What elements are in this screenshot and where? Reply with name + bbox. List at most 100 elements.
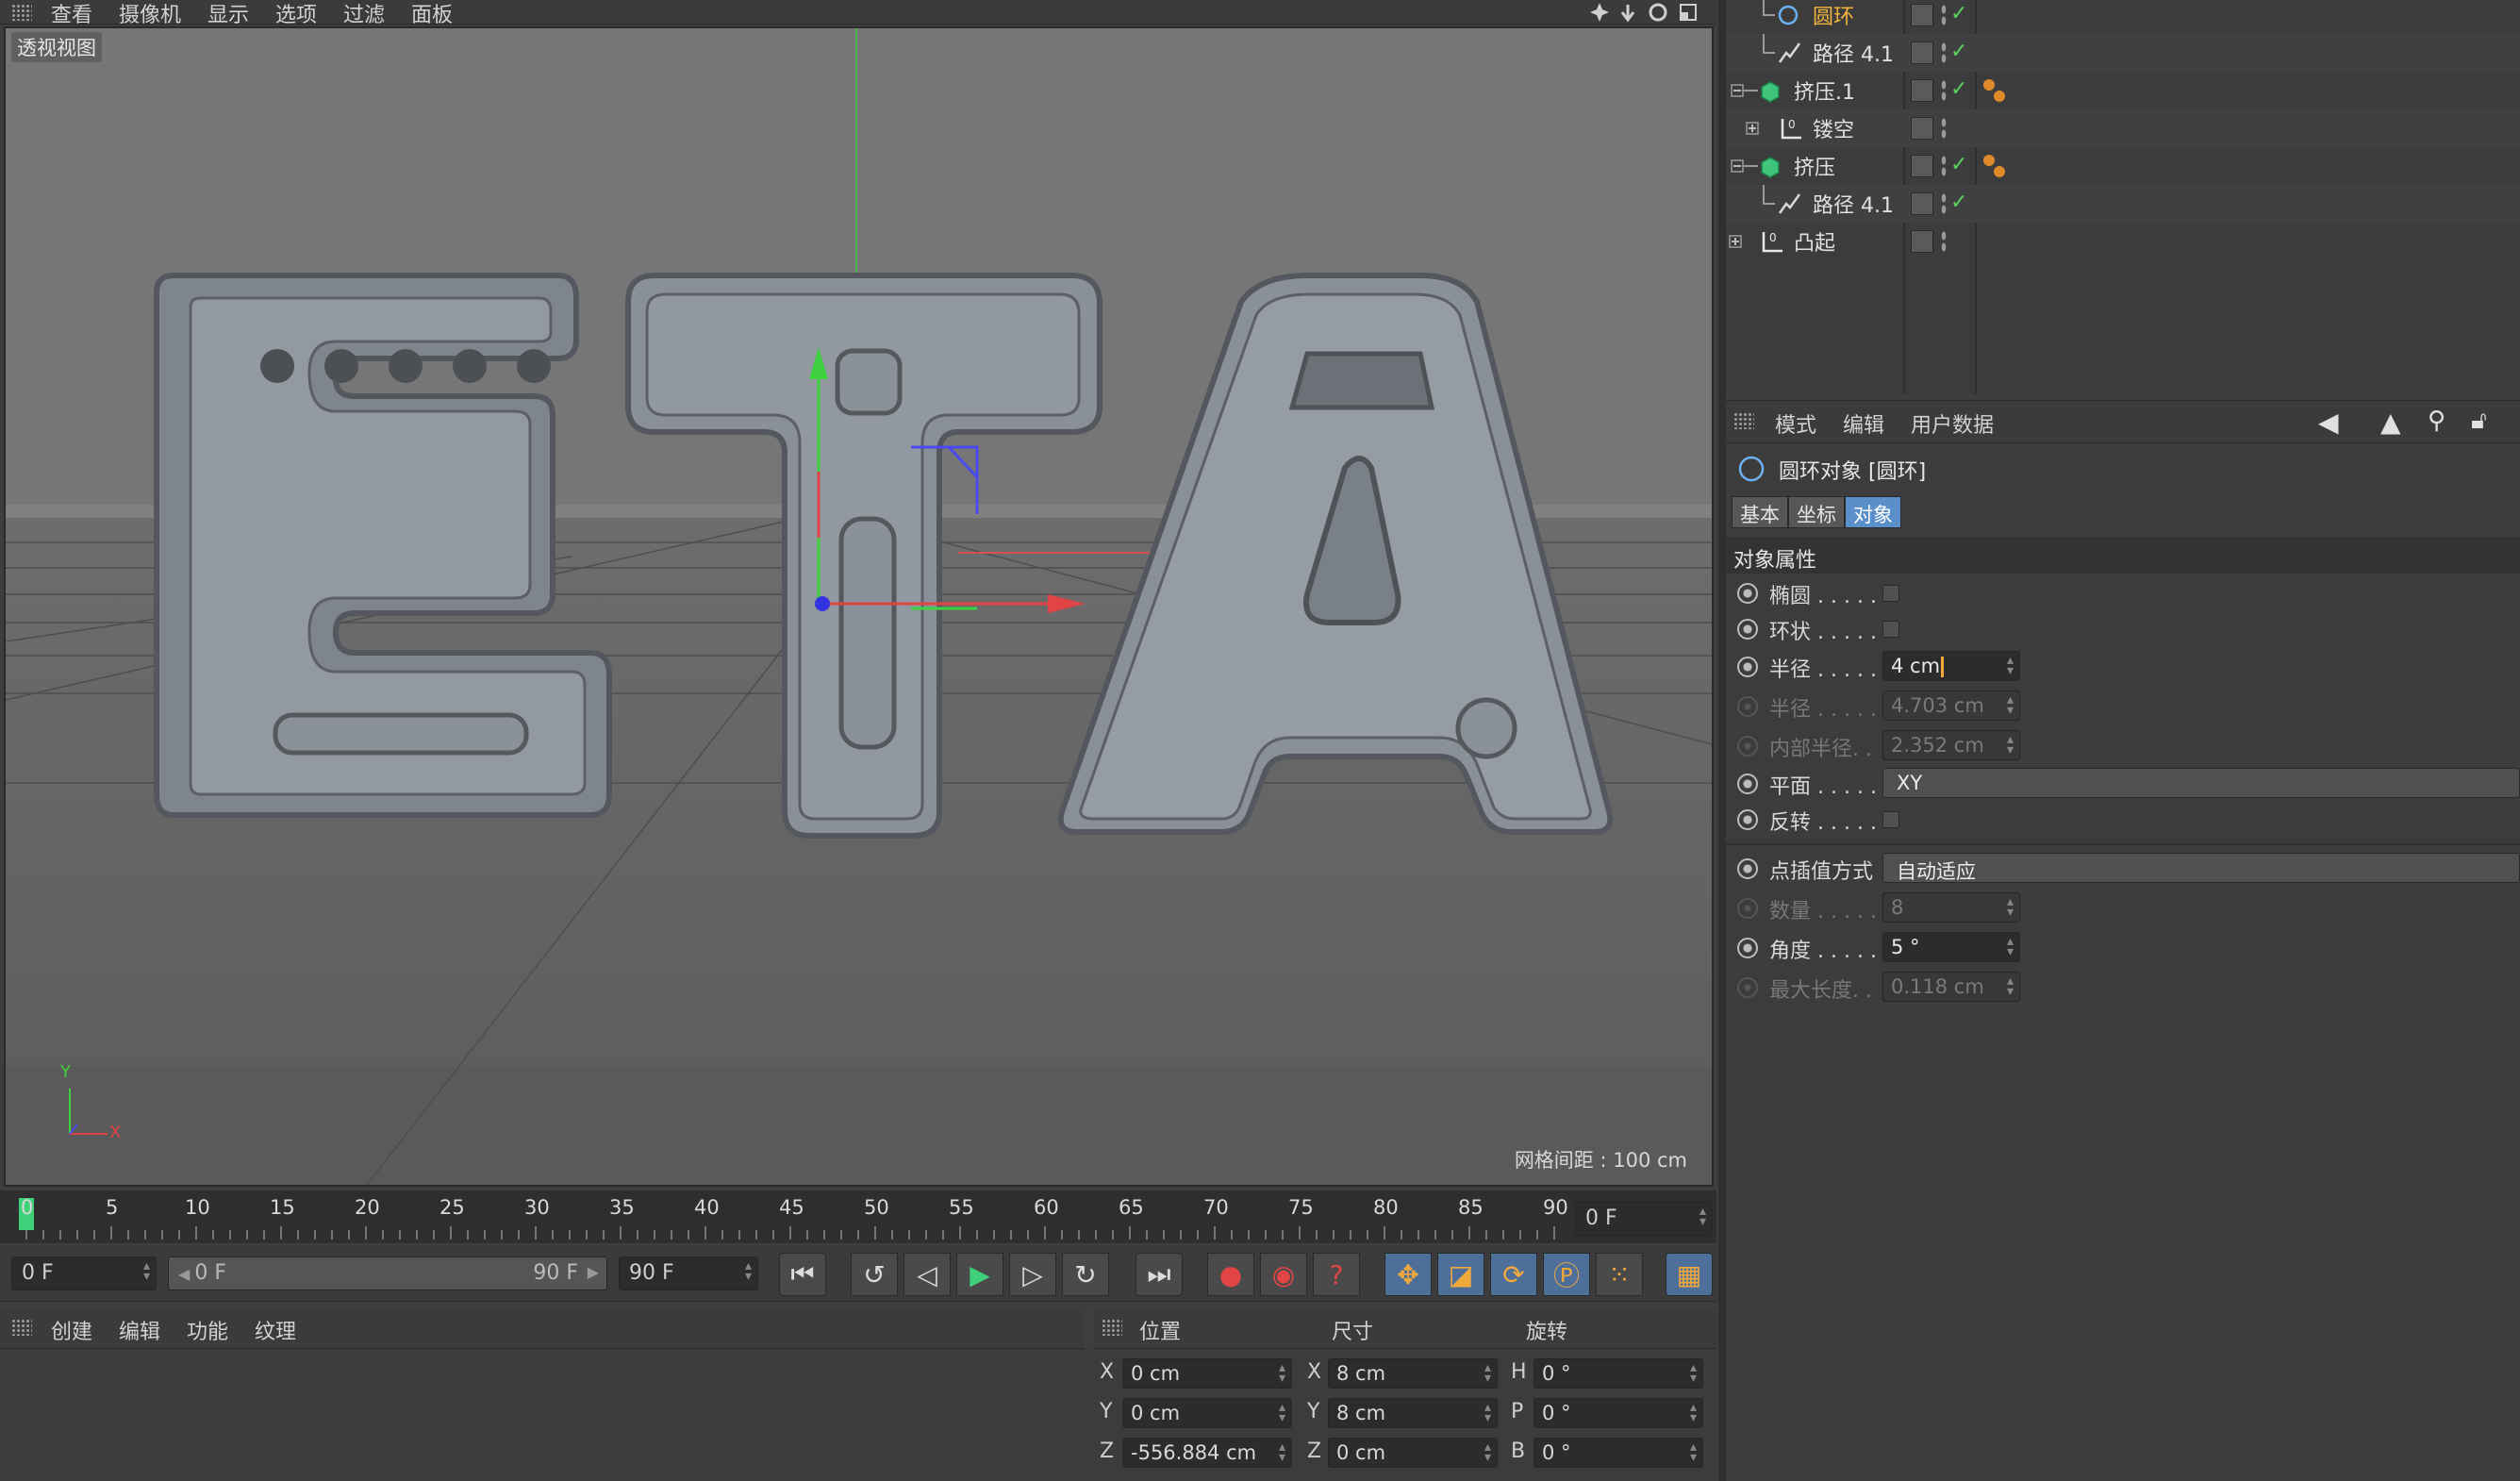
attr-ellipse[interactable]: 椭圆 . . . . . [1726,575,2520,611]
tab-coord[interactable]: 坐标 [1788,496,1845,528]
start-frame-field[interactable]: 0 F ▴ ▾ [11,1256,157,1290]
enabled-check-icon[interactable]: ✓ [1950,40,1967,63]
menu-edit[interactable]: 编辑 [1843,408,1884,439]
lock-icon[interactable]: 🔓︎ [2471,407,2487,436]
cursor-arrow-icon[interactable]: ▲ [2380,407,2401,438]
menu-options[interactable]: 选项 [275,0,317,28]
layer-tag-icon[interactable] [1911,155,1933,177]
menu-camera[interactable]: 摄像机 [119,0,181,28]
visibility-dots-icon[interactable] [1941,79,1947,102]
size-z-field[interactable]: 0 cm ▴ ▾ [1328,1438,1498,1468]
interpolation-dropdown[interactable]: 自动适应 [1882,853,2520,883]
animate-radio-icon[interactable] [1737,619,1758,640]
object-row-torus[interactable]: 圆环 ✓ [1726,0,2520,34]
panel-grip-icon[interactable] [11,1319,32,1336]
tab-object[interactable]: 对象 [1845,496,1901,528]
object-row-path-2[interactable]: 路径 4.1 ✓ [1726,185,2520,223]
record-key-button[interactable]: ● [1207,1253,1254,1296]
viewport-nav-icons[interactable] [1588,1,1711,24]
position-x-field[interactable]: 0 cm ▴ ▾ [1122,1358,1292,1389]
menu-panel[interactable]: 面板 [411,0,453,28]
play-button[interactable]: ▶ [956,1253,1003,1296]
attr-interpolation[interactable]: 点插值方式 自动适应 [1726,851,2520,887]
enabled-check-icon[interactable]: ✓ [1950,191,1967,214]
size-y-field[interactable]: 8 cm ▴ ▾ [1328,1398,1498,1428]
go-to-start-button[interactable]: ⏮ [779,1253,826,1296]
object-row-hollow[interactable]: 0 镂空 [1726,109,2520,147]
perspective-viewport[interactable]: Y X 透视视图 网格间距 : 100 cm [4,26,1714,1187]
end-frame-field[interactable]: 90 F ▴ ▾ [619,1256,758,1290]
expand-plus-icon[interactable] [1726,223,1764,260]
angle-input[interactable]: 5 ° ▴ ▾ [1882,932,2020,962]
timeline-ruler[interactable]: 0 5 10 15 20 25 30 35 40 45 50 55 60 65 70 75 80 85 90 0 F… [0,1190,1716,1243]
layer-tag-icon[interactable] [1911,79,1933,102]
ellipse-checkbox[interactable] [1882,585,1899,602]
visibility-dots-icon[interactable] [1941,155,1947,177]
keyframe-selection-button[interactable]: ? [1313,1253,1360,1296]
menu-user-data[interactable]: 用户数据 [1911,408,1994,439]
parameter-key-button[interactable]: Ⓟ [1543,1253,1590,1296]
radius-input[interactable]: 4 cm ▴ ▾ [1882,651,2020,681]
animate-radio-icon[interactable] [1737,809,1758,830]
layer-tag-icon[interactable] [1911,192,1933,215]
attr-ring[interactable]: 环状 . . . . . [1726,611,2520,647]
panel-grip-icon[interactable] [1102,1319,1122,1336]
search-icon[interactable]: ⚲ [2428,407,2445,435]
position-z-field[interactable]: -556.884 cm ▴ ▾ [1122,1438,1292,1468]
enabled-check-icon[interactable]: ✓ [1950,153,1967,176]
animate-radio-icon[interactable] [1737,938,1758,958]
animate-radio-icon[interactable] [1737,774,1758,794]
ring-checkbox[interactable] [1882,621,1899,638]
visibility-dots-icon[interactable] [1941,230,1947,253]
panel-grip-icon[interactable] [1733,412,1754,429]
enabled-check-icon[interactable]: ✓ [1950,2,1967,25]
visibility-dots-icon[interactable] [1941,192,1947,215]
layer-tag-icon[interactable] [1911,117,1933,140]
timeline-window-button[interactable]: ▦ [1666,1253,1713,1296]
pla-key-button[interactable]: ⁙ [1596,1253,1643,1296]
object-row-extrude-1[interactable]: 挤压.1 ✓ [1726,72,2520,109]
position-y-field[interactable]: 0 cm ▴ ▾ [1122,1398,1292,1428]
attr-reverse[interactable]: 反转 . . . . . [1726,802,2520,838]
position-key-button[interactable]: ✥ [1384,1253,1432,1296]
rotation-p-field[interactable]: 0 ° ▴ ▾ [1534,1398,1703,1428]
next-frame-button[interactable]: ▷ [1009,1253,1056,1296]
object-row-bulge[interactable]: 0 凸起 [1726,223,2520,260]
animate-radio-icon[interactable] [1737,583,1758,604]
layer-tag-icon[interactable] [1911,42,1933,64]
menu-function[interactable]: 功能 [187,1315,228,1345]
object-row-path[interactable]: 路径 4.1 ✓ [1726,34,2520,72]
prev-frame-button[interactable]: ◁ [904,1253,951,1296]
go-to-end-button[interactable]: ⏭ [1136,1253,1183,1296]
current-frame-field[interactable]: 0 F ▴ ▾ [1575,1202,1713,1236]
object-row-extrude[interactable]: 挤压 ✓ [1726,147,2520,185]
expand-plus-icon[interactable] [1743,109,1781,147]
material-list[interactable] [0,1349,1085,1481]
rotation-h-field[interactable]: 0 ° ▴ ▾ [1534,1358,1703,1389]
prev-key-button[interactable]: ↺ [851,1253,898,1296]
reverse-checkbox[interactable] [1882,811,1899,828]
menu-filter[interactable]: 过滤 [343,0,385,28]
panel-grip-icon[interactable] [11,4,32,21]
menu-mode[interactable]: 模式 [1775,408,1816,439]
letter-e-model[interactable] [154,273,612,818]
material-tag-icon[interactable] [1981,77,2009,106]
plane-dropdown[interactable]: XY [1882,768,2520,798]
menu-create[interactable]: 创建 [51,1315,92,1345]
animate-radio-icon[interactable] [1737,657,1758,677]
visibility-dots-icon[interactable] [1941,42,1947,64]
attr-radius[interactable]: 半径 . . . . . 4 cm ▴ ▾ [1726,649,2520,685]
animate-radio-icon[interactable] [1737,858,1758,879]
rotation-key-button[interactable]: ⟳ [1490,1253,1537,1296]
attr-angle[interactable]: 角度 . . . . . 5 ° ▴ ▾ [1726,930,2520,966]
tab-basic[interactable]: 基本 [1732,496,1788,528]
menu-texture[interactable]: 纹理 [255,1315,296,1345]
rotation-b-field[interactable]: 0 ° ▴ ▾ [1534,1438,1703,1468]
material-tag-icon[interactable] [1981,153,2009,181]
visibility-dots-icon[interactable] [1941,4,1947,26]
attr-plane[interactable]: 平面 . . . . . XY [1726,766,2520,802]
next-key-button[interactable]: ↻ [1062,1253,1109,1296]
layer-tag-icon[interactable] [1911,230,1933,253]
visibility-dots-icon[interactable] [1941,117,1947,140]
enabled-check-icon[interactable]: ✓ [1950,77,1967,101]
